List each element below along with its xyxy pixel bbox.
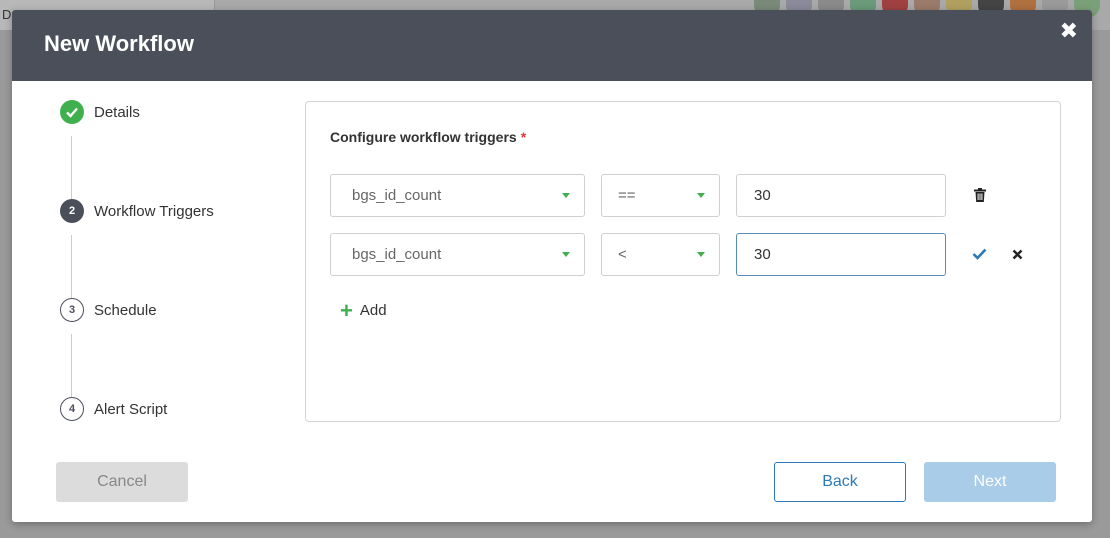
trigger-row: bgs_id_count == <box>330 174 1040 218</box>
dialog-title: New Workflow <box>44 31 194 56</box>
next-button[interactable]: Next <box>924 462 1056 502</box>
checkmark-icon[interactable] <box>970 246 988 262</box>
trigger-row: bgs_id_count < <box>330 233 1040 277</box>
caret-down-icon <box>562 193 570 198</box>
field-select-value: bgs_id_count <box>352 246 442 263</box>
value-input[interactable] <box>736 233 946 276</box>
value-input[interactable] <box>736 174 946 217</box>
panel-title-text: Configure workflow triggers <box>330 129 517 145</box>
add-trigger-button[interactable]: + Add <box>340 297 387 323</box>
step-alert-script[interactable]: 4 Alert Script <box>60 397 167 421</box>
step-number: 3 <box>60 298 84 322</box>
operator-select-value: == <box>618 187 636 204</box>
close-icon[interactable]: ✖ <box>1060 18 1078 44</box>
field-select[interactable]: bgs_id_count <box>330 233 585 276</box>
caret-down-icon <box>697 252 705 257</box>
dialog-header: New Workflow ✖ <box>12 10 1092 81</box>
step-details[interactable]: Details <box>60 100 140 124</box>
operator-select-value: < <box>618 246 627 263</box>
panel-title: Configure workflow triggers * <box>330 129 526 145</box>
close-icon[interactable] <box>1009 246 1025 262</box>
new-workflow-dialog: New Workflow ✖ Details 2 Workflow Trigge… <box>12 10 1092 522</box>
step-workflow-triggers[interactable]: 2 Workflow Triggers <box>60 199 214 223</box>
triggers-panel: Configure workflow triggers * bgs_id_coun… <box>305 101 1061 422</box>
step-number: 4 <box>60 397 84 421</box>
step-number: 2 <box>60 199 84 223</box>
step-label: Details <box>94 103 140 121</box>
operator-select[interactable]: == <box>601 174 720 217</box>
plus-icon: + <box>340 297 353 323</box>
field-select[interactable]: bgs_id_count <box>330 174 585 217</box>
caret-down-icon <box>697 193 705 198</box>
required-marker: * <box>520 129 527 145</box>
background-tab-label: D <box>2 7 12 22</box>
add-trigger-label: Add <box>359 302 387 319</box>
step-label: Workflow Triggers <box>94 202 214 220</box>
operator-select[interactable]: < <box>601 233 720 276</box>
caret-down-icon <box>562 252 570 257</box>
back-button[interactable]: Back <box>774 462 906 502</box>
step-label: Schedule <box>94 301 157 319</box>
step-label: Alert Script <box>94 400 168 418</box>
trash-icon[interactable] <box>972 186 988 204</box>
field-select-value: bgs_id_count <box>352 187 442 204</box>
step-schedule[interactable]: 3 Schedule <box>60 298 157 322</box>
check-icon <box>60 100 84 124</box>
cancel-button[interactable]: Cancel <box>56 462 188 502</box>
